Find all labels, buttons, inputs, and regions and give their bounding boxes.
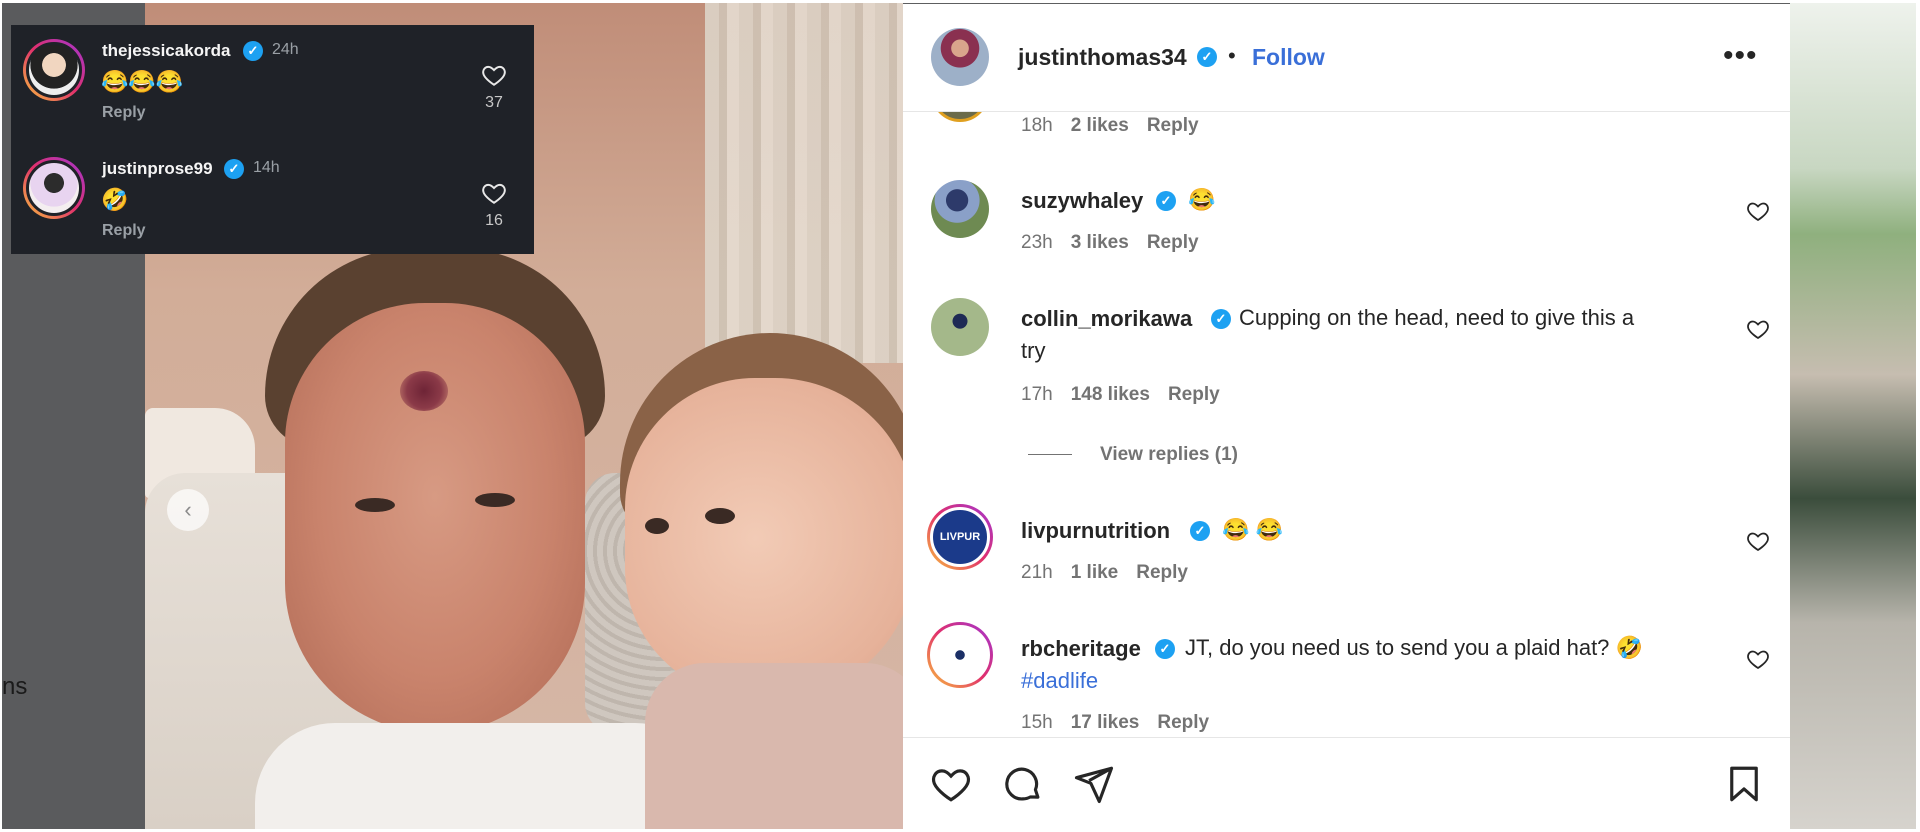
comment-time: 24h xyxy=(272,41,299,58)
comment-username[interactable]: justinprose99 xyxy=(102,159,213,179)
comment-username[interactable]: livpurnutrition xyxy=(1021,518,1170,544)
comment-time: 21h xyxy=(1021,562,1053,583)
avatar[interactable] xyxy=(23,39,85,101)
like-icon[interactable] xyxy=(930,763,972,805)
background-right-page xyxy=(1790,3,1916,829)
comment-meta: 23h 3 likes Reply xyxy=(1021,232,1217,254)
comment-meta: 18h 2 likes Reply xyxy=(1021,115,1217,137)
comment-username[interactable]: rbcheritage xyxy=(1021,636,1141,662)
heart-icon[interactable] xyxy=(1746,317,1770,341)
more-options-icon[interactable]: ••• xyxy=(1723,39,1758,73)
comment-meta: 15h 17 likes Reply xyxy=(1021,712,1227,734)
verified-badge-icon: ✓ xyxy=(1156,191,1176,211)
comment-text: 🤣 xyxy=(101,187,129,212)
save-icon[interactable] xyxy=(1723,763,1765,805)
reply-button[interactable]: Reply xyxy=(1147,115,1199,136)
comment-text-continued: try xyxy=(1021,338,1046,363)
post-panel: justinthomas34 ✓ • Follow ••• 18h 2 likes… xyxy=(903,4,1790,829)
like-count: 37 xyxy=(485,94,503,111)
overlay-comment: justinprose99 ✓ 14h 🤣 Reply 16 xyxy=(11,143,534,253)
man-face xyxy=(285,303,585,733)
separator-dot: • xyxy=(1228,43,1236,68)
view-replies-button[interactable]: View replies (1) xyxy=(1028,444,1238,466)
verified-badge-icon: ✓ xyxy=(1155,639,1175,659)
overlay-comments-card: thejessicakorda ✓ 24h 😂😂😂 Reply 37 justi… xyxy=(11,25,534,254)
comment-likes[interactable]: 17 likes xyxy=(1071,712,1140,733)
comment-likes[interactable]: 148 likes xyxy=(1071,384,1150,405)
reply-button[interactable]: Reply xyxy=(102,104,146,122)
reply-button[interactable]: Reply xyxy=(1147,232,1199,253)
heart-icon[interactable] xyxy=(481,62,507,88)
reply-button[interactable]: Reply xyxy=(1136,562,1188,583)
carousel-prev-button[interactable]: ‹ xyxy=(167,489,209,531)
verified-badge-icon: ✓ xyxy=(1197,47,1217,67)
comment-likes[interactable]: 3 likes xyxy=(1071,232,1129,253)
comment-time: 23h xyxy=(1021,232,1053,253)
author-avatar[interactable] xyxy=(931,28,989,86)
verified-badge-icon: ✓ xyxy=(1211,309,1231,329)
comment-time: 17h xyxy=(1021,384,1053,405)
post-header: justinthomas34 ✓ • Follow ••• xyxy=(903,4,1790,112)
cupping-mark xyxy=(400,371,448,411)
verified-badge-icon: ✓ xyxy=(224,159,244,179)
baby-face xyxy=(625,378,903,698)
comment-text: 😂 😂 xyxy=(1222,517,1283,542)
hashtag-link[interactable]: #dadlife xyxy=(1021,664,1098,697)
verified-badge-icon: ✓ xyxy=(243,41,263,61)
screenshot-frame: ns ‹ thejessicakorda ✓ 24h 😂😂😂 Reply 37 … xyxy=(2,3,1916,829)
comment-time: 18h xyxy=(1021,115,1053,136)
heart-icon[interactable] xyxy=(1746,199,1770,223)
cut-off-text: ns xyxy=(2,673,28,700)
comments-list[interactable]: 18h 2 likes Reply suzywhaley ✓ 😂 23h 3 like… xyxy=(903,112,1790,737)
heart-icon[interactable] xyxy=(1746,529,1770,553)
comment-likes[interactable]: 2 likes xyxy=(1071,115,1129,136)
reply-button[interactable]: Reply xyxy=(102,222,146,240)
comment-likes[interactable]: 1 like xyxy=(1071,562,1119,583)
post-actions-bar xyxy=(903,737,1790,829)
comment-time: 15h xyxy=(1021,712,1053,733)
avatar[interactable] xyxy=(23,157,85,219)
reply-button[interactable]: Reply xyxy=(1168,384,1220,405)
avatar[interactable] xyxy=(931,298,989,356)
author-username[interactable]: justinthomas34 xyxy=(1018,44,1187,71)
comment-username[interactable]: suzywhaley xyxy=(1021,188,1143,214)
heart-icon[interactable] xyxy=(481,180,507,206)
overlay-comment: thejessicakorda ✓ 24h 😂😂😂 Reply 37 xyxy=(11,25,534,135)
verified-badge-icon: ✓ xyxy=(1190,521,1210,541)
heart-icon[interactable] xyxy=(1746,647,1770,671)
comment-username[interactable]: thejessicakorda xyxy=(102,41,231,61)
comment-text: 😂😂😂 xyxy=(101,69,184,94)
avatar[interactable] xyxy=(931,112,989,122)
curtain xyxy=(705,3,903,363)
share-icon[interactable] xyxy=(1073,763,1115,805)
avatar[interactable] xyxy=(927,622,993,688)
comment-username[interactable]: collin_morikawa xyxy=(1021,306,1192,332)
avatar[interactable] xyxy=(931,180,989,238)
comment-text: JT, do you need us to send you a plaid h… xyxy=(1185,635,1643,660)
comment-text: Cupping on the head, need to give this a xyxy=(1239,305,1635,330)
comment-time: 14h xyxy=(253,159,280,176)
avatar[interactable]: LIVPUR xyxy=(927,504,993,570)
follow-button[interactable]: Follow xyxy=(1252,44,1325,71)
chevron-left-icon: ‹ xyxy=(184,497,192,522)
comment-icon[interactable] xyxy=(1002,763,1044,805)
comment-meta: 17h 148 likes Reply xyxy=(1021,384,1238,406)
reply-button[interactable]: Reply xyxy=(1157,712,1209,733)
like-count: 16 xyxy=(485,212,503,229)
comment-meta: 21h 1 like Reply xyxy=(1021,562,1206,584)
comment-text: 😂 xyxy=(1188,187,1216,212)
livpur-logo: LIVPUR xyxy=(930,507,990,567)
